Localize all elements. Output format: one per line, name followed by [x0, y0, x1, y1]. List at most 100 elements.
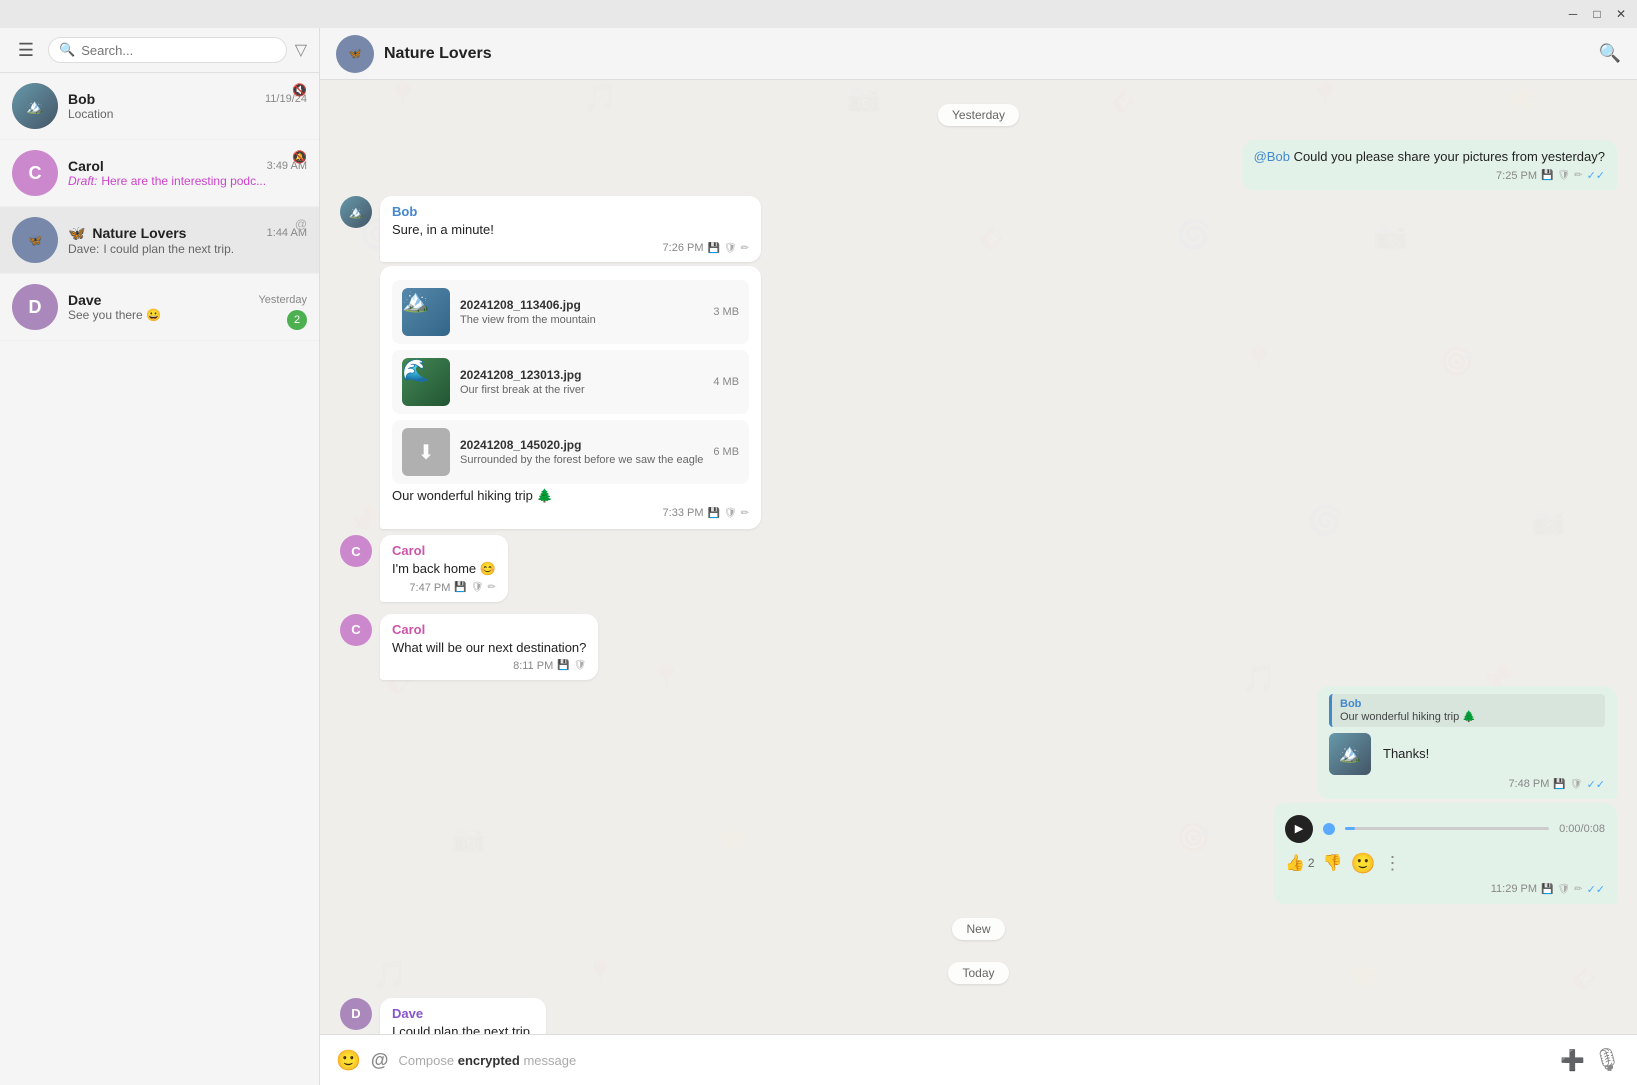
bubble-meta-carol-home: 7:47 PM 💾 🛡 ✏	[392, 582, 496, 594]
file-size-0: 3 MB	[713, 306, 739, 318]
bubble-bob-thanks: Bob Our wonderful hiking trip 🌲 🏔️ Thank…	[1317, 686, 1617, 799]
bubble-meta-carol-dest: 8:11 PM 💾 🛡	[392, 660, 586, 672]
play-button[interactable]: ▶	[1285, 815, 1313, 843]
file-list: 🏔️ 20241208_113406.jpg The view from the…	[392, 280, 749, 484]
file-info-0: 20241208_113406.jpg The view from the mo…	[460, 298, 703, 326]
chat-preview-dave: See you there 😀	[68, 308, 307, 322]
thumbsup-reaction[interactable]: 👍 2	[1285, 853, 1315, 873]
edit-icon-bob: ✏	[741, 243, 749, 254]
lock-icon-carol: 🛡	[471, 582, 484, 593]
more-reactions-button[interactable]: ⋮	[1383, 853, 1401, 874]
chat-list: 🏔️ Bob 11/19/24 Location 🔇 C	[0, 73, 319, 1085]
bubble-meta-files: 7:33 PM 💾 🛡 ✏	[392, 507, 749, 519]
sidebar-header: ☰ 🔍 ▽	[0, 28, 319, 73]
reply-quote-text: Our wonderful hiking trip 🌲	[1340, 710, 1597, 723]
sender-carol-home: Carol	[392, 543, 496, 558]
bubble-outgoing-mention: @Bob Could you please share your picture…	[1242, 140, 1617, 190]
emoji-button[interactable]: 🙂	[336, 1048, 361, 1073]
save-icon-carol-q: 💾	[557, 660, 569, 671]
group-avatar: 🦋	[336, 35, 374, 73]
input-right: ➕ 🎙	[1560, 1047, 1621, 1073]
avatar-carol-msg: C	[340, 535, 372, 567]
sidebar: ☰ 🔍 ▽ 🏔️ Bob 11/19/24	[0, 28, 320, 1085]
main-chat: 📍 🎵 📷 🎸 📍 ⭐ 🌀 🎯 📌 🎸 🌀 📷 ⭐ 🎵 📍 🎯 📌 ⭐ 🌀 📷 …	[320, 28, 1637, 1085]
voice-message: ▶ 0:00/0:08 👍 2	[1285, 811, 1605, 880]
file-item-1[interactable]: 🌊 20241208_123013.jpg Our first break at…	[392, 350, 749, 414]
voice-time: 0:00/0:08	[1559, 823, 1605, 835]
search-input[interactable]	[81, 43, 276, 58]
chat-item-dave[interactable]: D Dave Yesterday See you there 😀 2	[0, 274, 319, 341]
smiley-reaction[interactable]: 🙂	[1351, 851, 1376, 876]
save-icon-carol: 💾	[454, 582, 466, 593]
chat-item-nl[interactable]: 🦋 🦋 Nature Lovers 1:44 AM Dave: I could …	[0, 207, 319, 274]
file-item-0[interactable]: 🏔️ 20241208_113406.jpg The view from the…	[392, 280, 749, 344]
file-thumb-download-2: ⬇	[402, 428, 450, 476]
file-info-2: 20241208_145020.jpg Surrounded by the fo…	[460, 438, 703, 466]
date-divider-yesterday: Yesterday	[340, 104, 1617, 126]
avatar-carol: C	[12, 150, 58, 196]
bubble-text-mention: @Bob Could you please share your picture…	[1254, 148, 1605, 166]
chat-name-bob: Bob	[68, 91, 95, 107]
reply-quote-sender: Bob	[1340, 698, 1597, 710]
edit-icon-carol: ✏	[488, 582, 496, 593]
bubble-text-thanks: Thanks!	[1383, 745, 1429, 763]
file-thumb-1: 🌊	[402, 358, 450, 406]
bubble-voice: ▶ 0:00/0:08 👍 2	[1273, 803, 1617, 904]
mute-icon-carol: 🔕	[292, 150, 307, 164]
minimize-button[interactable]: ─	[1565, 6, 1581, 22]
message-row-bob-reply: 🏔️ Bob Sure, in a minute! 7:26 PM 💾 🛡 ✏	[340, 196, 1617, 529]
app-container: ☰ 🔍 ▽ 🏔️ Bob 11/19/24	[0, 28, 1637, 1085]
thumbsdown-reaction[interactable]: 👎	[1323, 853, 1343, 873]
input-area: 🙂 @ Compose encrypted message ➕ 🎙	[320, 1034, 1637, 1085]
save-icon: 💾	[1541, 170, 1553, 181]
bubble-text-carol-home: I'm back home 😊	[392, 560, 496, 578]
message-row-outgoing-mention: @Bob Could you please share your picture…	[340, 140, 1617, 190]
compose-placeholder: Compose encrypted message	[398, 1053, 576, 1068]
microphone-button[interactable]: 🎙	[1593, 1047, 1621, 1073]
save-icon-thanks: 💾	[1553, 779, 1565, 790]
file-size-2: 6 MB	[713, 446, 739, 458]
chat-item-carol[interactable]: C Carol 3:49 AM Draft: Here are the inte…	[0, 140, 319, 207]
bubble-text-carol-dest: What will be our next destination?	[392, 639, 586, 657]
compose-input[interactable]: Compose encrypted message	[398, 1049, 1550, 1072]
search-icon: 🔍	[59, 42, 75, 58]
messages-area[interactable]: Yesterday @Bob Could you please share yo…	[320, 80, 1637, 1034]
lock-icon-thanks: 🛡	[1570, 779, 1583, 790]
voice-bar[interactable]	[1345, 827, 1549, 830]
sender-bob: Bob	[392, 204, 749, 219]
bubble-meta-thanks: 7:48 PM 💾 🛡 ✓✓	[1329, 778, 1605, 791]
search-box[interactable]: 🔍	[48, 37, 287, 63]
read-check-voice: ✓✓	[1587, 883, 1605, 896]
chat-preview-carol: Draft: Here are the interesting podc...	[68, 174, 307, 188]
bubble-group-bob: Bob Sure, in a minute! 7:26 PM 💾 🛡 ✏	[380, 196, 761, 529]
avatar-bob-msg: 🏔️	[340, 196, 372, 228]
chat-info-carol: Carol 3:49 AM Draft: Here are the intere…	[68, 158, 307, 188]
bubble-meta-voice: 11:29 PM 💾 🛡 ✏ ✓✓	[1285, 883, 1605, 896]
chat-search-button[interactable]: 🔍	[1599, 43, 1621, 64]
message-row-dave: D Dave I could plan the next trip. 1:44 …	[340, 998, 1617, 1034]
close-button[interactable]: ✕	[1613, 6, 1629, 22]
bubble-text-bob-reply: Sure, in a minute!	[392, 221, 749, 239]
date-badge-yesterday: Yesterday	[938, 104, 1019, 126]
filter-button[interactable]: ▽	[295, 40, 307, 60]
unread-badge-dave: 2	[287, 310, 307, 330]
avatar-dave: D	[12, 284, 58, 330]
chat-info-dave: Dave Yesterday See you there 😀	[68, 292, 307, 322]
maximize-button[interactable]: □	[1589, 6, 1605, 22]
bubble-meta-mention: 7:25 PM 💾 🛡 ✏ ✓✓	[1254, 169, 1605, 182]
hamburger-button[interactable]: ☰	[12, 36, 40, 64]
mention-button[interactable]: @	[371, 1050, 389, 1071]
file-item-2[interactable]: ⬇ 20241208_145020.jpg Surrounded by the …	[392, 420, 749, 484]
avatar-nl: 🦋	[12, 217, 58, 263]
chat-name-carol: Carol	[68, 158, 104, 174]
lock-icon-files: 🛡	[724, 508, 737, 519]
lock-icon-carol-q: 🛡	[574, 660, 587, 671]
chat-item-bob[interactable]: 🏔️ Bob 11/19/24 Location 🔇	[0, 73, 319, 140]
avatar-dave-msg: D	[340, 998, 372, 1030]
chat-info-nl: 🦋 Nature Lovers 1:44 AM Dave: I could pl…	[68, 225, 307, 256]
chat-header: 🦋 Nature Lovers 🔍	[320, 28, 1637, 80]
attach-button[interactable]: ➕	[1560, 1048, 1585, 1073]
voice-dot	[1323, 823, 1335, 835]
edit-icon: ✏	[1574, 170, 1582, 181]
chat-name-nl: 🦋 Nature Lovers	[68, 225, 186, 242]
